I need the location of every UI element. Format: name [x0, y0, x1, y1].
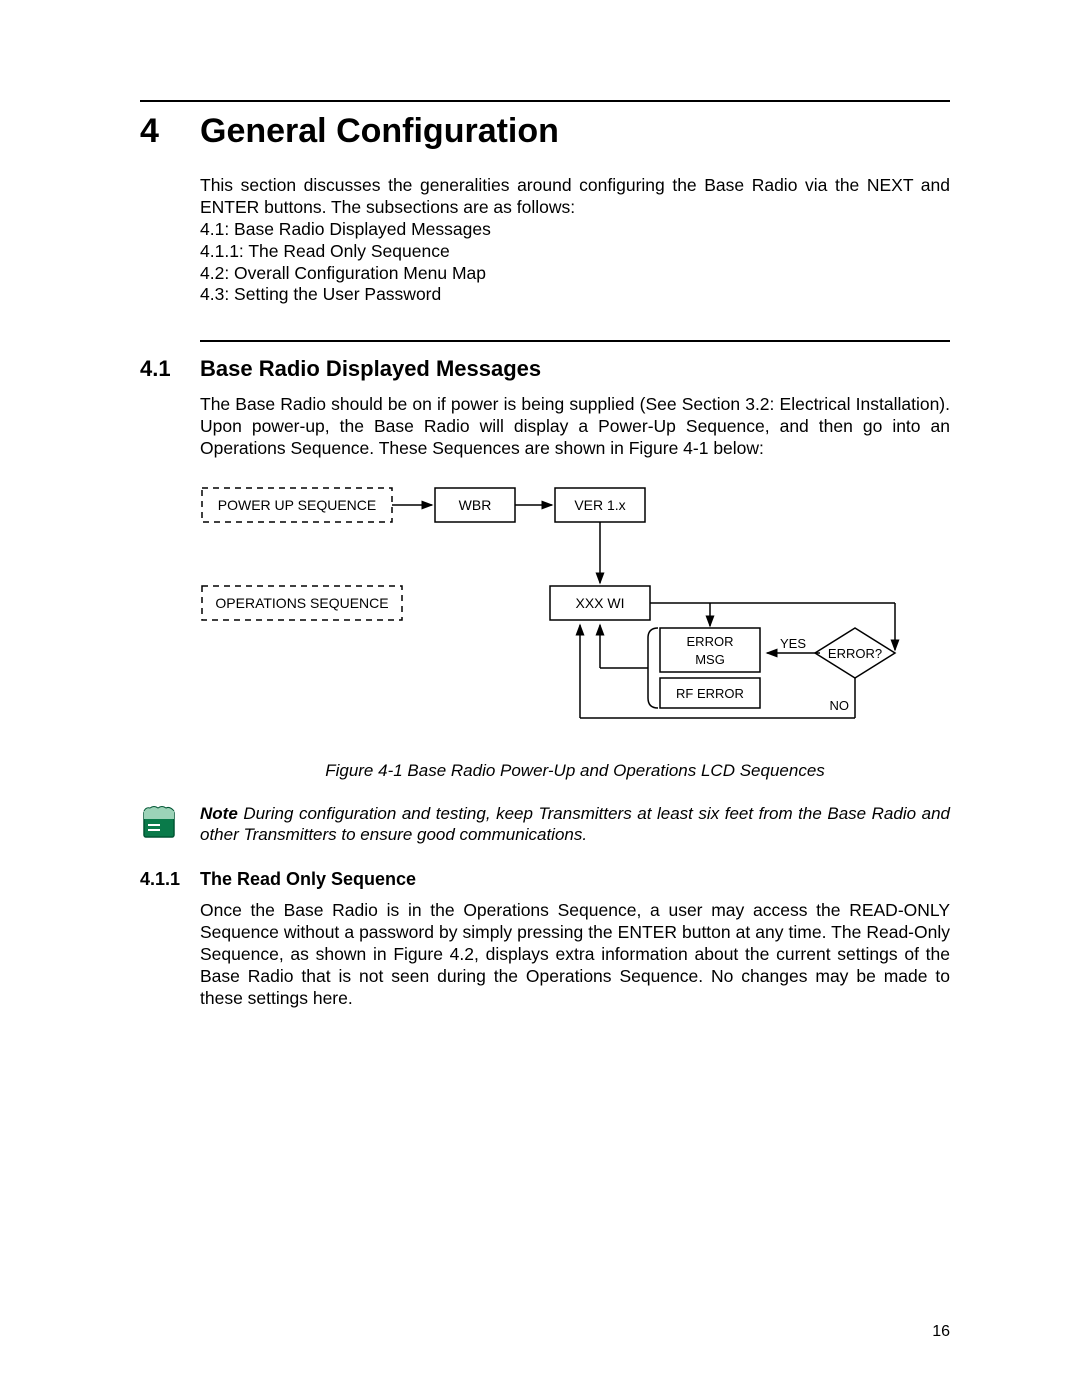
document-page: 4 General Configuration This section dis…: [0, 0, 1080, 1397]
section-number: 4.1: [140, 356, 200, 382]
ver-label: VER 1.x: [574, 497, 625, 513]
subsection-title: The Read Only Sequence: [200, 869, 416, 890]
power-up-label: POWER UP SEQUENCE: [218, 497, 376, 513]
note-label: Note: [200, 804, 238, 823]
operations-label: OPERATIONS SEQUENCE: [215, 595, 388, 611]
toc-item: 4.3: Setting the User Password: [200, 284, 950, 306]
flowchart-svg: POWER UP SEQUENCE WBR VER 1.x OPERATIONS…: [200, 478, 900, 728]
section-rule: [200, 340, 950, 342]
no-label: NO: [830, 698, 850, 713]
rule-top: [140, 100, 950, 102]
section-4-1-1-heading: 4.1.1 The Read Only Sequence: [140, 869, 950, 890]
error-label-1: ERROR: [687, 634, 734, 649]
figure-caption: Figure 4-1 Base Radio Power-Up and Opera…: [200, 761, 950, 781]
intro-block: This section discusses the generalities …: [200, 175, 950, 306]
wbr-label: WBR: [459, 497, 492, 513]
note-icon: [140, 803, 180, 843]
toc-item: 4.1.1: The Read Only Sequence: [200, 241, 950, 263]
toc-item: 4.2: Overall Configuration Menu Map: [200, 263, 950, 285]
rf-error-label: RF ERROR: [676, 686, 744, 701]
note-block: Note During configuration and testing, k…: [140, 803, 950, 846]
note-text: Note During configuration and testing, k…: [200, 803, 950, 846]
error-label-2: MSG: [695, 652, 725, 667]
xxx-label: XXX WI: [575, 595, 624, 611]
section-4-1-heading: 4.1 Base Radio Displayed Messages: [140, 356, 950, 382]
section-title: Base Radio Displayed Messages: [200, 356, 541, 382]
yes-label: YES: [780, 636, 806, 651]
chapter-title: General Configuration: [200, 112, 559, 151]
section-4-1-body: The Base Radio should be on if power is …: [200, 394, 950, 460]
bracket: [648, 628, 658, 708]
error-q-label: ERROR?: [828, 646, 882, 661]
page-number: 16: [932, 1323, 950, 1341]
subsection-number: 4.1.1: [140, 869, 200, 890]
toc-item: 4.1: Base Radio Displayed Messages: [200, 219, 950, 241]
note-body: During configuration and testing, keep T…: [200, 804, 950, 844]
chapter-heading: 4 General Configuration: [140, 112, 950, 151]
flowchart-figure: POWER UP SEQUENCE WBR VER 1.x OPERATIONS…: [200, 478, 950, 733]
intro-lead: This section discusses the generalities …: [200, 175, 950, 219]
section-4-1-1-body: Once the Base Radio is in the Operations…: [200, 900, 950, 1009]
chapter-number: 4: [140, 112, 200, 151]
